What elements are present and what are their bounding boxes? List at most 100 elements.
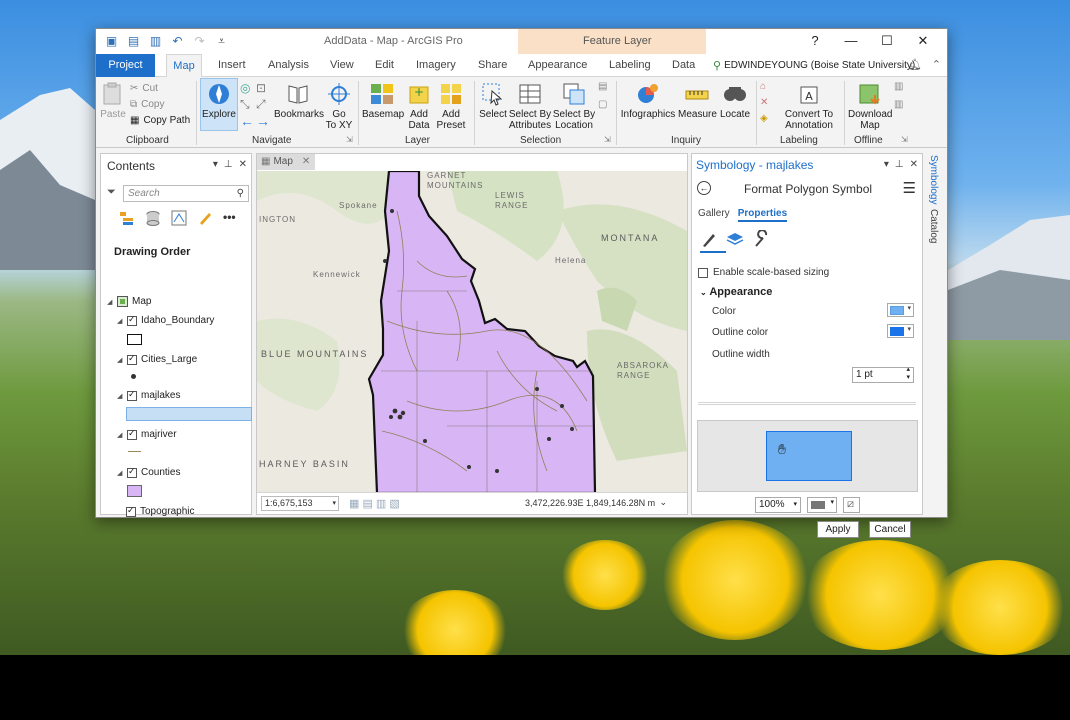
collapse-ribbon-icon[interactable]: ⌃ xyxy=(932,58,941,71)
scale-sizing-option[interactable]: Enable scale-based sizing xyxy=(698,267,829,278)
locate-button[interactable]: Locate xyxy=(718,81,752,120)
list-by-selection-icon[interactable] xyxy=(171,210,187,226)
layer-row-idaho-boundary[interactable]: ◢ Idaho_Boundary xyxy=(117,314,214,327)
bookmarks-button[interactable]: Bookmarks xyxy=(274,81,324,120)
add-data-button[interactable]: + Add Data xyxy=(404,81,434,131)
maximize-button[interactable]: ☐ xyxy=(869,31,905,51)
menu-icon[interactable]: ☰ xyxy=(903,179,916,197)
pane-close-icon[interactable]: ✕ xyxy=(910,159,918,170)
signed-in-user[interactable]: ⚲ EDWINDEYOUNG (Boise State University) xyxy=(713,59,915,72)
select-button[interactable]: Select xyxy=(478,81,508,120)
visibility-checkbox[interactable] xyxy=(127,428,137,440)
basemap-button[interactable]: Basemap xyxy=(362,81,404,120)
tab-edit[interactable]: Edit xyxy=(375,59,394,71)
idaho-boundary-symbol[interactable] xyxy=(127,334,142,345)
map-view-tab[interactable]: ▦ Map ✕ xyxy=(257,154,315,170)
go-to-xy-button[interactable]: Go To XY xyxy=(324,81,354,131)
outline-color-picker[interactable]: ▾ xyxy=(887,324,914,338)
previous-extent-icon[interactable]: ← xyxy=(240,113,254,129)
map-tab-close-icon[interactable]: ✕ xyxy=(302,154,310,170)
tab-gallery[interactable]: Gallery xyxy=(698,208,730,222)
copy-button[interactable]: ⧉ Copy xyxy=(130,99,165,110)
filter-icon[interactable]: ⏷ xyxy=(107,186,116,199)
collapse-icon[interactable]: ◢ xyxy=(117,317,123,325)
cut-button[interactable]: ✂ Cut xyxy=(130,83,158,94)
collapse-icon[interactable]: ◢ xyxy=(107,298,113,306)
redo-icon[interactable]: ↷ xyxy=(192,34,207,48)
layers-icon[interactable] xyxy=(726,230,744,248)
layer-row-map[interactable]: ◢ Map xyxy=(107,296,151,307)
label-lock-icon[interactable]: ✕ xyxy=(760,97,768,108)
tab-catalog-side[interactable]: Catalog xyxy=(928,209,939,243)
select-by-attributes-button[interactable]: Select By Attributes xyxy=(508,81,552,131)
tab-map[interactable]: Map xyxy=(166,54,202,78)
clear-selection-icon[interactable]: ▢ xyxy=(598,99,607,110)
visibility-checkbox[interactable] xyxy=(126,505,136,517)
infographics-button[interactable]: Infographics xyxy=(620,81,676,120)
copy-path-button[interactable]: ▦ Copy Path xyxy=(130,115,190,126)
scale-sizing-checkbox[interactable] xyxy=(698,267,708,278)
list-by-data-source-icon[interactable] xyxy=(145,210,161,226)
pane-close-icon[interactable]: ✕ xyxy=(239,159,247,170)
convert-to-annotation-button[interactable]: A Convert To Annotation xyxy=(778,81,840,131)
coordinate-format-chevron-icon[interactable]: ⌄ xyxy=(659,497,667,508)
pane-options-icon[interactable]: ▾ xyxy=(884,159,889,170)
counties-polygon-symbol[interactable] xyxy=(127,485,142,497)
pin-icon[interactable]: ⊥ xyxy=(224,159,233,170)
tab-data[interactable]: Data xyxy=(672,59,695,71)
appearance-section[interactable]: ⌄ Appearance xyxy=(700,286,772,298)
offline-launcher-icon[interactable]: ⇲ xyxy=(901,135,908,144)
attributes-icon[interactable]: ▤ xyxy=(598,81,607,92)
add-preset-button[interactable]: Add Preset xyxy=(436,81,466,131)
collapse-icon[interactable]: ◢ xyxy=(117,431,123,439)
tab-symbology-side[interactable]: Symbology xyxy=(928,155,939,204)
map-scale-input[interactable]: 1:6,675,153 ▾ xyxy=(261,496,339,511)
notifications-icon[interactable]: 🔔︎ xyxy=(908,58,922,71)
visibility-checkbox[interactable] xyxy=(127,314,137,326)
spinner-icon[interactable]: ▴ ▾ xyxy=(906,366,910,382)
layer-row-majlakes[interactable]: ◢ majlakes xyxy=(117,389,180,402)
tab-appearance[interactable]: Appearance xyxy=(528,59,587,71)
back-arrow-icon[interactable]: ← xyxy=(697,181,711,195)
collapse-icon[interactable]: ◢ xyxy=(117,469,123,477)
contents-search-input[interactable]: Search ⚲ xyxy=(123,185,249,202)
remove-offline-icon[interactable]: ▥ xyxy=(894,99,903,110)
pin-icon[interactable]: ⊥ xyxy=(895,159,904,170)
tab-imagery[interactable]: Imagery xyxy=(416,59,456,71)
tab-analysis[interactable]: Analysis xyxy=(268,59,309,71)
outline-width-input[interactable]: 1 pt ▴ ▾ xyxy=(852,366,914,383)
tab-project[interactable]: Project xyxy=(96,54,155,77)
layer-row-cities-large[interactable]: ◢ Cities_Large xyxy=(117,353,197,366)
cities-point-symbol[interactable] xyxy=(131,374,136,379)
list-by-drawing-order-icon[interactable] xyxy=(119,210,135,226)
next-extent-icon[interactable]: → xyxy=(256,113,270,129)
explore-button[interactable]: Explore xyxy=(200,78,238,131)
collapse-icon[interactable]: ◢ xyxy=(117,392,123,400)
navigate-launcher-icon[interactable]: ⇲ xyxy=(346,135,353,144)
label-options-icon[interactable]: ◈ xyxy=(760,113,768,124)
list-by-editing-icon[interactable] xyxy=(197,210,213,226)
open-folder-icon[interactable]: ▤ xyxy=(126,34,141,48)
close-button[interactable]: ✕ xyxy=(905,31,941,51)
visibility-checkbox[interactable] xyxy=(127,353,137,365)
apply-button[interactable]: Apply xyxy=(817,521,859,538)
collapse-icon[interactable]: ◢ xyxy=(117,356,123,364)
tab-labeling[interactable]: Labeling xyxy=(609,59,651,71)
preview-grid-button[interactable]: ⧄ xyxy=(843,497,860,513)
save-icon[interactable]: ▥ xyxy=(148,34,163,48)
measure-button[interactable]: Measure xyxy=(678,81,717,120)
map-nav-tools-icon[interactable]: ▦ ▤ ▥ ▧ xyxy=(349,497,400,510)
tab-share[interactable]: Share xyxy=(478,59,507,71)
wrench-icon[interactable] xyxy=(752,230,770,248)
full-extent-icon[interactable]: ◎ xyxy=(240,81,250,95)
tab-properties[interactable]: Properties xyxy=(737,208,788,222)
majlakes-symbol-selected[interactable] xyxy=(126,407,252,421)
pane-options-icon[interactable]: ▾ xyxy=(213,159,218,170)
visibility-checkbox[interactable] xyxy=(127,389,137,401)
layer-row-topographic[interactable]: Topographic xyxy=(126,505,194,517)
selection-launcher-icon[interactable]: ⇲ xyxy=(604,135,611,144)
customize-qat-icon[interactable]: ⩡ xyxy=(214,34,229,48)
map-canvas[interactable]: Spokane INGTON Kennewick Helena MONTANA … xyxy=(257,171,687,493)
majriver-line-symbol[interactable] xyxy=(128,451,141,452)
minimize-button[interactable]: — xyxy=(833,31,869,51)
